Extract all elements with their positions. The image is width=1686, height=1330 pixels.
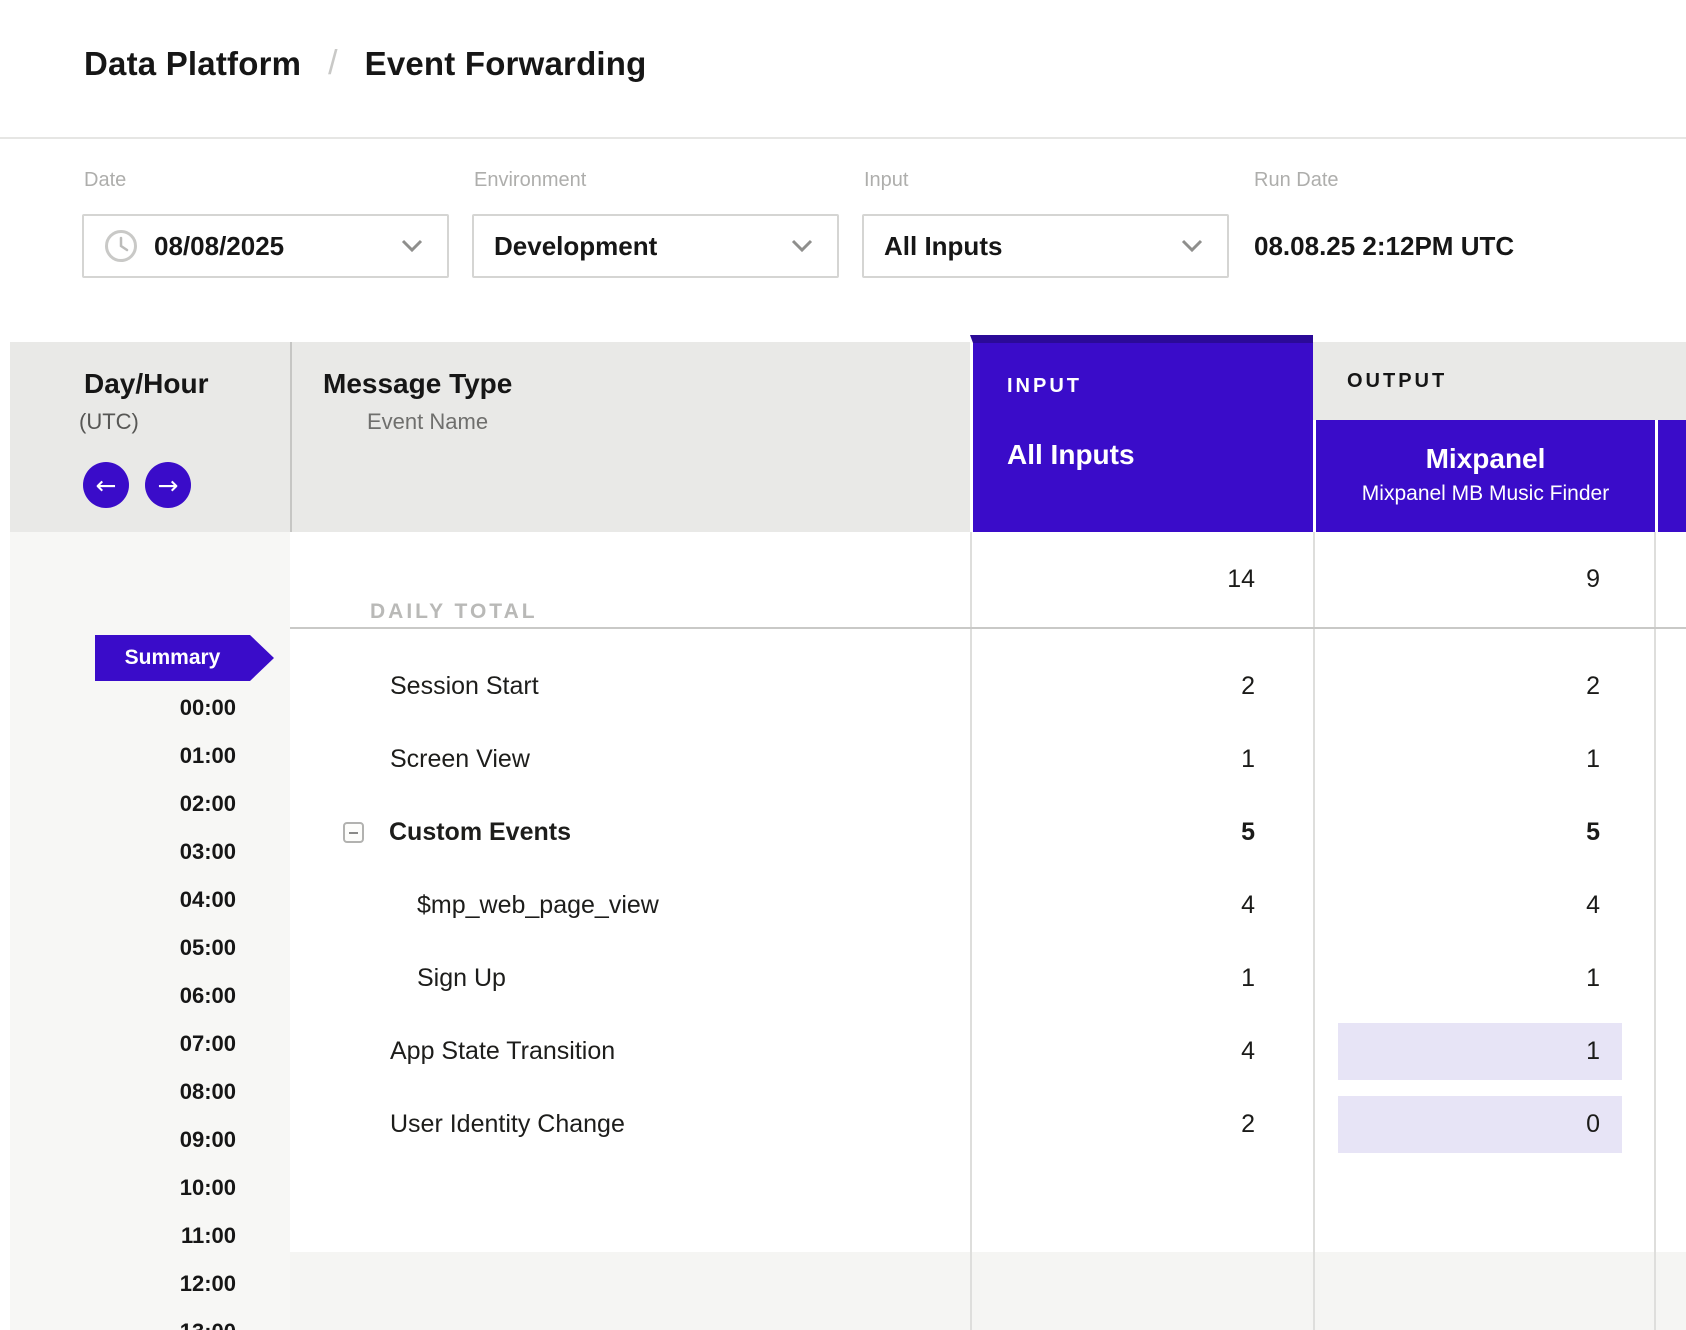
- input-count: 2: [990, 1088, 1255, 1161]
- output-column-partial[interactable]: [1655, 420, 1686, 532]
- breadcrumb: Data Platform / Event Forwarding: [0, 0, 1686, 139]
- table-row: User Identity Change 2 0: [290, 1088, 1686, 1161]
- output-count: 1: [1330, 942, 1600, 1015]
- input-count: 5: [990, 796, 1255, 869]
- output-section-label: OUTPUT: [1347, 370, 1447, 393]
- output-count: 0: [1330, 1088, 1600, 1161]
- page-title: Event Forwarding: [365, 45, 647, 83]
- table-row: $mp_web_page_view 4 4: [290, 869, 1686, 942]
- environment-select[interactable]: Development: [472, 214, 839, 278]
- hour-item[interactable]: 11:00: [181, 1223, 236, 1249]
- input-count: 4: [990, 869, 1255, 942]
- hour-item[interactable]: 12:00: [180, 1271, 236, 1297]
- chevron-down-icon: [1181, 239, 1203, 253]
- utc-subtitle: (UTC): [79, 408, 139, 436]
- hour-item[interactable]: 00:00: [180, 695, 236, 721]
- hour-item[interactable]: 10:00: [180, 1175, 236, 1201]
- date-select[interactable]: 08/08/2025: [82, 214, 449, 278]
- event-name-label: Session Start: [390, 650, 539, 723]
- output-column-name: Mixpanel: [1316, 443, 1655, 475]
- table-row: App State Transition 4 1: [290, 1015, 1686, 1088]
- event-forwarding-page: Data Platform / Event Forwarding Date En…: [0, 0, 1686, 1330]
- chevron-down-icon: [401, 239, 423, 253]
- table-row: Session Start 2 2: [290, 650, 1686, 723]
- event-name-label: Custom Events: [389, 796, 571, 869]
- event-name-label: User Identity Change: [390, 1088, 625, 1161]
- event-name-label: $mp_web_page_view: [417, 869, 659, 942]
- event-name-label: Sign Up: [417, 942, 506, 1015]
- summary-tab[interactable]: Summary: [95, 635, 250, 681]
- hour-item[interactable]: 09:00: [180, 1127, 236, 1153]
- table-body: DAILY TOTAL 14 9 Session Start 2 2 Scree…: [290, 532, 1686, 1330]
- hour-item[interactable]: 05:00: [180, 935, 236, 961]
- filter-bar: Date Environment Input Run Date 08/08/20…: [0, 139, 1686, 342]
- hour-sidebar: Summary 00:00 01:00 02:00 03:00 04:00 05:00 06…: [10, 532, 290, 1330]
- environment-value: Development: [494, 231, 657, 262]
- output-column-subtitle: Mixpanel MB Music Finder: [1316, 482, 1655, 506]
- hour-item[interactable]: 03:00: [180, 839, 236, 865]
- output-count: 1: [1330, 1015, 1600, 1088]
- collapse-minus-icon[interactable]: [343, 822, 364, 843]
- daily-total-input: 14: [990, 532, 1255, 627]
- input-count: 1: [990, 723, 1255, 796]
- input-count: 4: [990, 1015, 1255, 1088]
- prev-day-button[interactable]: ←: [83, 462, 129, 508]
- input-column-name: All Inputs: [1007, 439, 1135, 471]
- input-section-label: INPUT: [1007, 375, 1082, 398]
- hour-item[interactable]: 08:00: [180, 1079, 236, 1105]
- table-row: Sign Up 1 1: [290, 942, 1686, 1015]
- daily-total-output: 9: [1330, 532, 1600, 627]
- breadcrumb-separator: /: [328, 44, 337, 83]
- output-count: 4: [1330, 869, 1600, 942]
- input-count: 1: [990, 942, 1255, 1015]
- hour-item[interactable]: 07:00: [180, 1031, 236, 1057]
- hour-item[interactable]: 01:00: [180, 743, 236, 769]
- event-name-subtitle: Event Name: [367, 408, 488, 436]
- day-hour-header: Day/Hour: [84, 367, 208, 401]
- message-type-header: Message Type: [323, 367, 512, 401]
- date-label: Date: [84, 169, 126, 192]
- run-date-value: 08.08.25 2:12PM UTC: [1254, 214, 1514, 278]
- clock-icon: [104, 229, 138, 263]
- output-count: 1: [1330, 723, 1600, 796]
- breadcrumb-section[interactable]: Data Platform: [84, 45, 301, 83]
- input-value: All Inputs: [884, 231, 1002, 262]
- next-day-button[interactable]: →: [145, 462, 191, 508]
- event-name-label: App State Transition: [390, 1015, 615, 1088]
- chevron-down-icon: [791, 239, 813, 253]
- event-name-label: Screen View: [390, 723, 530, 796]
- table-row: Custom Events 5 5: [290, 796, 1686, 869]
- table-row: Screen View 1 1: [290, 723, 1686, 796]
- output-count: 5: [1330, 796, 1600, 869]
- hour-item[interactable]: 06:00: [180, 983, 236, 1009]
- input-label: Input: [864, 169, 908, 192]
- hour-item[interactable]: 02:00: [180, 791, 236, 817]
- output-column-header[interactable]: Mixpanel Mixpanel MB Music Finder: [1313, 420, 1655, 532]
- row-divider: [290, 627, 1686, 629]
- hour-item[interactable]: 04:00: [180, 887, 236, 913]
- environment-label: Environment: [474, 169, 586, 192]
- hour-item[interactable]: 13:00: [180, 1319, 236, 1330]
- input-count: 2: [990, 650, 1255, 723]
- input-column-header[interactable]: INPUT All Inputs: [970, 335, 1313, 532]
- run-date-label: Run Date: [1254, 169, 1339, 192]
- output-count: 2: [1330, 650, 1600, 723]
- daily-total-label: DAILY TOTAL: [370, 600, 538, 624]
- date-value: 08/08/2025: [154, 231, 284, 262]
- input-select[interactable]: All Inputs: [862, 214, 1229, 278]
- empty-area: [290, 1252, 1686, 1330]
